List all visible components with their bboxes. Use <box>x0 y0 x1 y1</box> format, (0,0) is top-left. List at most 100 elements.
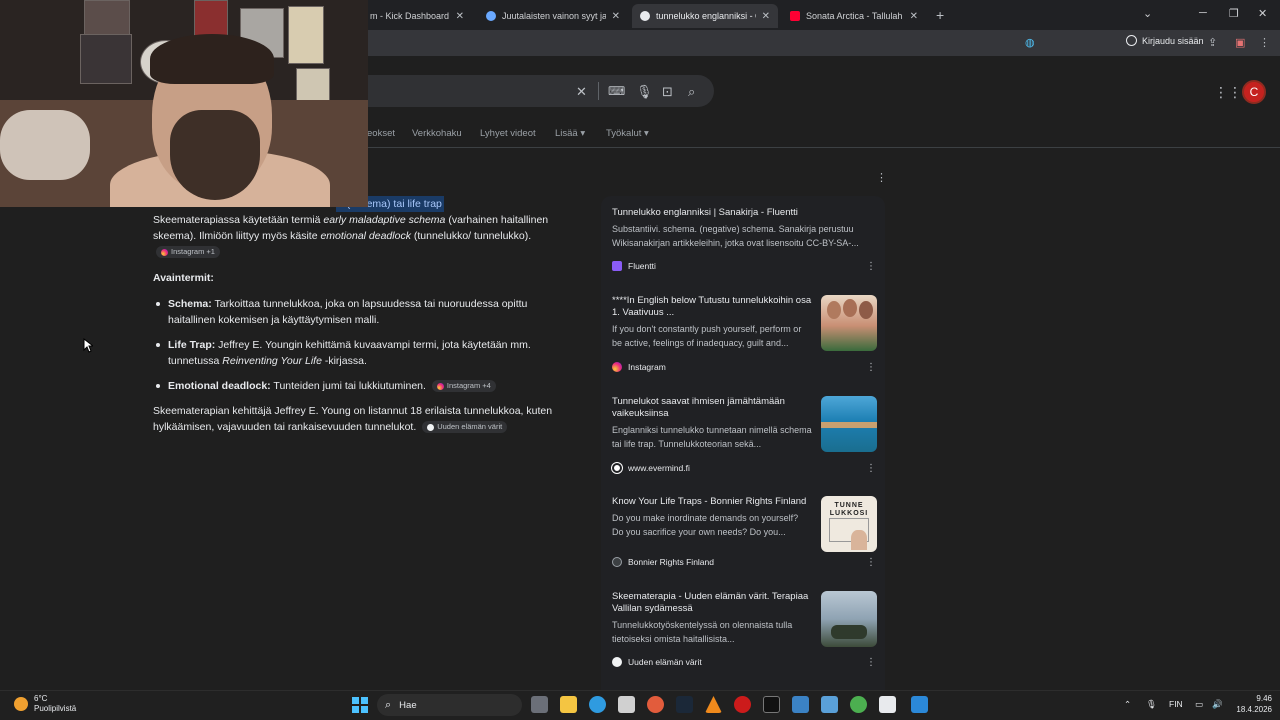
term-text: -kirjassa. <box>321 355 367 367</box>
microphone-icon[interactable]: 🎙 <box>636 84 653 100</box>
source-thumbnail[interactable]: TUNNE LUKKOSI <box>821 496 877 552</box>
source-title[interactable]: Tunnelukot saavat ihmisen jämähtämään va… <box>612 396 812 420</box>
opera-icon[interactable] <box>734 696 751 713</box>
list-item: Emotional deadlock: Tunteiden jumi tai l… <box>153 378 573 394</box>
signin-button[interactable]: Kirjaudu sisään <box>1126 35 1204 46</box>
tab-images[interactable]: eokset <box>367 128 395 139</box>
source-card[interactable]: ****In English below Tutustu tunnelukkoi… <box>612 295 878 373</box>
avatar[interactable]: C <box>1242 80 1266 104</box>
source-site[interactable]: Fluentti <box>612 261 656 271</box>
translate-icon[interactable]: ◍ <box>1025 36 1035 49</box>
thumbnail-pier <box>821 422 877 428</box>
tab-kick-dashboard[interactable]: m - Kick Dashboard ✕ <box>362 4 472 28</box>
apps-grid-icon[interactable]: ⋮⋮ <box>1214 84 1242 101</box>
source-site[interactable]: Bonnier Rights Finland <box>612 557 714 567</box>
source-thumbnail[interactable] <box>821 295 877 351</box>
weather-widget[interactable]: 6°C Puolipilvistä <box>14 694 76 714</box>
list-item: Life Trap: Jeffrey E. Youngin kehittämä … <box>153 337 573 369</box>
source-chip[interactable]: Instagram +4 <box>431 380 496 393</box>
source-more-icon[interactable]: ⋮ <box>866 362 876 373</box>
tab-search-icon[interactable]: ⌄ <box>1143 7 1152 20</box>
tab-title: Sonata Arctica - Tallulah - YouT <box>806 11 904 21</box>
source-more-icon[interactable]: ⋮ <box>866 261 876 272</box>
source-card[interactable]: Tunnelukko englanniksi | Sanakirja - Flu… <box>612 207 878 272</box>
extensions-icon[interactable]: ⇪ <box>1208 36 1217 49</box>
book-title: Reinventing Your Life <box>222 355 322 367</box>
tab-short-videos[interactable]: Lyhyet videot <box>480 128 536 139</box>
tab-web[interactable]: Verkkohaku <box>412 128 462 139</box>
network-icon[interactable]: ▭ <box>1195 699 1203 710</box>
webcam-pillow <box>0 110 90 180</box>
clock-date: 18.4.2026 <box>1236 705 1272 714</box>
source-more-icon[interactable]: ⋮ <box>866 463 876 474</box>
source-snippet: Englanniksi tunnelukko tunnetaan nimellä… <box>612 425 812 449</box>
terminal-icon[interactable] <box>763 696 780 713</box>
thumbnail-hand <box>851 530 867 550</box>
source-title[interactable]: Know Your Life Traps - Bonnier Rights Fi… <box>612 496 812 508</box>
site-name: Instagram <box>628 362 666 372</box>
language-indicator[interactable]: FIN <box>1169 699 1183 709</box>
keyboard-icon[interactable]: ⌨ <box>608 84 625 98</box>
tab-google-search[interactable]: tunnelukko englanniksi - Goog ✕ <box>632 4 778 28</box>
notepad-icon[interactable] <box>911 696 928 713</box>
search-icon[interactable]: ⌕ <box>688 84 695 100</box>
edge-icon[interactable] <box>589 696 606 713</box>
volume-icon[interactable]: 🔊 <box>1212 699 1223 710</box>
tab-tools[interactable]: Työkalut ▾ <box>606 128 649 139</box>
source-thumbnail[interactable] <box>821 591 877 647</box>
photos-icon[interactable] <box>821 696 838 713</box>
source-card[interactable]: Skeematerapia - Uuden elämän värit. Tera… <box>612 591 878 668</box>
source-snippet: If you don't constantly push yourself, p… <box>612 324 802 348</box>
source-more-icon[interactable]: ⋮ <box>866 557 876 568</box>
paint-icon[interactable] <box>792 696 809 713</box>
window-close-icon[interactable]: ✕ <box>1258 7 1267 20</box>
mouse-cursor-icon <box>83 338 93 353</box>
search-input[interactable] <box>360 75 714 107</box>
source-more-icon[interactable]: ⋮ <box>866 657 876 668</box>
instagram-icon <box>161 248 168 256</box>
clear-search-icon[interactable]: ✕ <box>576 84 587 100</box>
start-tile <box>352 697 359 704</box>
firefox-icon[interactable] <box>647 696 664 713</box>
source-site[interactable]: Uuden elämän värit <box>612 657 702 667</box>
chrome-icon[interactable] <box>850 696 867 713</box>
source-card[interactable]: Tunnelukot saavat ihmisen jämähtämään va… <box>612 396 878 474</box>
minimize-icon[interactable]: ─ <box>1199 7 1207 19</box>
taskbar <box>0 690 1280 720</box>
file-explorer-icon[interactable] <box>560 696 577 713</box>
tab-more[interactable]: Lisää ▾ <box>555 128 585 139</box>
maximize-icon[interactable]: ❐ <box>1229 7 1239 20</box>
source-card[interactable]: Know Your Life Traps - Bonnier Rights Fi… <box>612 496 878 568</box>
new-tab-button[interactable]: + <box>936 7 944 23</box>
source-thumbnail[interactable] <box>821 396 877 452</box>
tab-juutalaisten[interactable]: Juutalaisten vainon syyt ja aika ✕ <box>478 4 628 28</box>
extension-red-icon[interactable]: ▣ <box>1235 36 1245 49</box>
lens-icon[interactable]: ⊡ <box>662 84 673 100</box>
more-options-icon[interactable]: ⋮ <box>876 171 887 184</box>
tab-youtube[interactable]: Sonata Arctica - Tallulah - YouT ✕ <box>782 4 926 28</box>
steam-icon[interactable] <box>676 696 693 713</box>
task-view-icon[interactable] <box>531 696 548 713</box>
close-icon[interactable]: ✕ <box>612 11 620 22</box>
source-site[interactable]: www.evermind.fi <box>612 463 690 473</box>
app-icon[interactable] <box>879 696 896 713</box>
source-title[interactable]: Skeematerapia - Uuden elämän värit. Tera… <box>612 591 812 615</box>
wordpress-icon <box>612 557 622 567</box>
source-chip[interactable]: Instagram +1 <box>156 246 220 259</box>
source-site[interactable]: Instagram <box>612 362 666 372</box>
taskbar-search[interactable]: ⌕ Hae <box>377 694 522 716</box>
close-icon[interactable]: ✕ <box>456 11 464 22</box>
start-button[interactable] <box>352 697 368 713</box>
taskbar-clock[interactable]: 9.46 18.4.2026 <box>1226 693 1272 715</box>
term-text: Tarkoittaa tunnelukkoa, joka on lapsuude… <box>168 298 528 326</box>
intro-text: (tunnelukko/ tunnelukko). <box>410 230 532 242</box>
source-title[interactable]: ****In English below Tutustu tunnelukkoi… <box>612 295 812 319</box>
microphone-icon[interactable]: 🎙 <box>1146 699 1157 710</box>
browser-menu-icon[interactable]: ⋮ <box>1259 36 1270 49</box>
source-title[interactable]: Tunnelukko englanniksi | Sanakirja - Flu… <box>612 207 878 219</box>
source-chip[interactable]: Uuden elämän värit <box>422 421 508 434</box>
close-icon[interactable]: ✕ <box>910 11 918 22</box>
tray-overflow-icon[interactable]: ⌃ <box>1124 699 1131 710</box>
store-icon[interactable] <box>618 696 635 713</box>
close-icon[interactable]: ✕ <box>762 11 770 22</box>
